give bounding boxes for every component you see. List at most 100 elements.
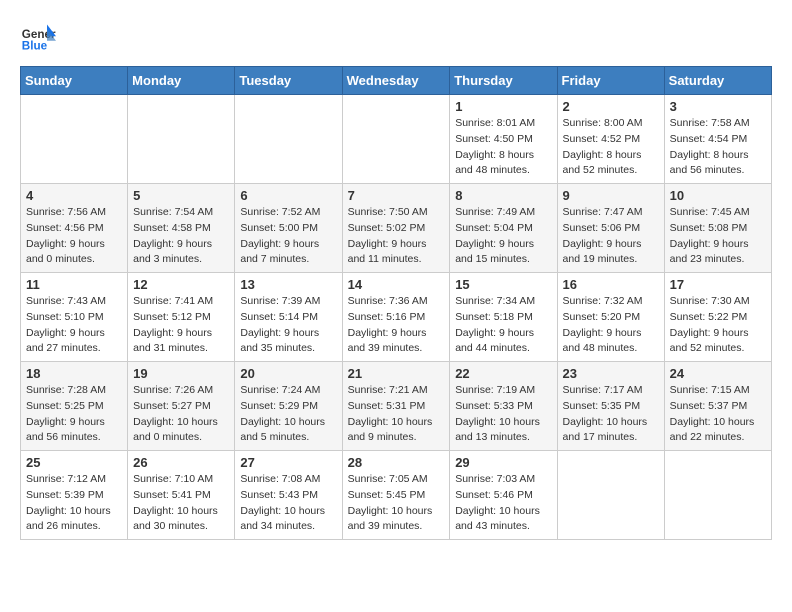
calendar-cell: 6 Sunrise: 7:52 AM Sunset: 5:00 PM Daylig… bbox=[235, 184, 342, 273]
day-number: 24 bbox=[670, 366, 766, 381]
day-number: 11 bbox=[26, 277, 122, 292]
day-number: 17 bbox=[670, 277, 766, 292]
day-info: Sunrise: 7:56 AM Sunset: 4:56 PM Dayligh… bbox=[26, 205, 122, 268]
calendar-cell bbox=[235, 95, 342, 184]
day-info: Sunrise: 7:15 AM Sunset: 5:37 PM Dayligh… bbox=[670, 383, 766, 446]
calendar-cell: 2 Sunrise: 8:00 AM Sunset: 4:52 PM Daylig… bbox=[557, 95, 664, 184]
calendar-cell: 26 Sunrise: 7:10 AM Sunset: 5:41 PM Dayli… bbox=[128, 451, 235, 540]
calendar-cell: 28 Sunrise: 7:05 AM Sunset: 5:45 PM Dayli… bbox=[342, 451, 450, 540]
calendar-cell bbox=[557, 451, 664, 540]
day-info: Sunrise: 7:12 AM Sunset: 5:39 PM Dayligh… bbox=[26, 472, 122, 535]
calendar-header-row: SundayMondayTuesdayWednesdayThursdayFrid… bbox=[21, 67, 772, 95]
calendar-week-row: 25 Sunrise: 7:12 AM Sunset: 5:39 PM Dayli… bbox=[21, 451, 772, 540]
logo: General Blue bbox=[20, 20, 62, 56]
day-info: Sunrise: 7:19 AM Sunset: 5:33 PM Dayligh… bbox=[455, 383, 551, 446]
calendar-cell: 22 Sunrise: 7:19 AM Sunset: 5:33 PM Dayli… bbox=[450, 362, 557, 451]
calendar-cell: 3 Sunrise: 7:58 AM Sunset: 4:54 PM Daylig… bbox=[664, 95, 771, 184]
day-info: Sunrise: 7:41 AM Sunset: 5:12 PM Dayligh… bbox=[133, 294, 229, 357]
day-info: Sunrise: 7:05 AM Sunset: 5:45 PM Dayligh… bbox=[348, 472, 445, 535]
day-number: 7 bbox=[348, 188, 445, 203]
day-number: 3 bbox=[670, 99, 766, 114]
calendar-cell: 14 Sunrise: 7:36 AM Sunset: 5:16 PM Dayli… bbox=[342, 273, 450, 362]
calendar-week-row: 18 Sunrise: 7:28 AM Sunset: 5:25 PM Dayli… bbox=[21, 362, 772, 451]
day-info: Sunrise: 7:26 AM Sunset: 5:27 PM Dayligh… bbox=[133, 383, 229, 446]
day-info: Sunrise: 7:28 AM Sunset: 5:25 PM Dayligh… bbox=[26, 383, 122, 446]
day-info: Sunrise: 8:00 AM Sunset: 4:52 PM Dayligh… bbox=[563, 116, 659, 179]
day-number: 14 bbox=[348, 277, 445, 292]
day-header-monday: Monday bbox=[128, 67, 235, 95]
calendar-cell: 4 Sunrise: 7:56 AM Sunset: 4:56 PM Daylig… bbox=[21, 184, 128, 273]
day-number: 16 bbox=[563, 277, 659, 292]
day-number: 22 bbox=[455, 366, 551, 381]
day-info: Sunrise: 7:24 AM Sunset: 5:29 PM Dayligh… bbox=[240, 383, 336, 446]
day-number: 5 bbox=[133, 188, 229, 203]
calendar-cell bbox=[664, 451, 771, 540]
header: General Blue bbox=[20, 20, 772, 56]
day-info: Sunrise: 7:39 AM Sunset: 5:14 PM Dayligh… bbox=[240, 294, 336, 357]
calendar-cell: 7 Sunrise: 7:50 AM Sunset: 5:02 PM Daylig… bbox=[342, 184, 450, 273]
day-number: 10 bbox=[670, 188, 766, 203]
day-header-friday: Friday bbox=[557, 67, 664, 95]
calendar-cell: 27Sunrise: 7:08 AM Sunset: 5:43 PM Dayli… bbox=[235, 451, 342, 540]
day-info: Sunrise: 7:47 AM Sunset: 5:06 PM Dayligh… bbox=[563, 205, 659, 268]
calendar-cell: 23 Sunrise: 7:17 AM Sunset: 5:35 PM Dayli… bbox=[557, 362, 664, 451]
calendar-table: SundayMondayTuesdayWednesdayThursdayFrid… bbox=[20, 66, 772, 540]
day-number: 28 bbox=[348, 455, 445, 470]
day-number: 23 bbox=[563, 366, 659, 381]
svg-text:Blue: Blue bbox=[22, 40, 48, 53]
calendar-week-row: 1 Sunrise: 8:01 AM Sunset: 4:50 PM Daylig… bbox=[21, 95, 772, 184]
day-number: 21 bbox=[348, 366, 445, 381]
calendar-cell: 13Sunrise: 7:39 AM Sunset: 5:14 PM Dayli… bbox=[235, 273, 342, 362]
day-number: 6 bbox=[240, 188, 336, 203]
day-number: 9 bbox=[563, 188, 659, 203]
day-number: 4 bbox=[26, 188, 122, 203]
day-number: 26 bbox=[133, 455, 229, 470]
day-header-saturday: Saturday bbox=[664, 67, 771, 95]
day-info: Sunrise: 7:30 AM Sunset: 5:22 PM Dayligh… bbox=[670, 294, 766, 357]
day-info: Sunrise: 7:49 AM Sunset: 5:04 PM Dayligh… bbox=[455, 205, 551, 268]
day-info: Sunrise: 7:32 AM Sunset: 5:20 PM Dayligh… bbox=[563, 294, 659, 357]
calendar-cell: 8 Sunrise: 7:49 AM Sunset: 5:04 PM Daylig… bbox=[450, 184, 557, 273]
logo-icon: General Blue bbox=[20, 20, 56, 56]
day-info: Sunrise: 7:50 AM Sunset: 5:02 PM Dayligh… bbox=[348, 205, 445, 268]
calendar-cell bbox=[342, 95, 450, 184]
calendar-cell: 25 Sunrise: 7:12 AM Sunset: 5:39 PM Dayli… bbox=[21, 451, 128, 540]
calendar-cell: 12 Sunrise: 7:41 AM Sunset: 5:12 PM Dayli… bbox=[128, 273, 235, 362]
day-info: Sunrise: 7:17 AM Sunset: 5:35 PM Dayligh… bbox=[563, 383, 659, 446]
day-number: 25 bbox=[26, 455, 122, 470]
day-number: 18 bbox=[26, 366, 122, 381]
calendar-cell: 5Sunrise: 7:54 AM Sunset: 4:58 PM Daylig… bbox=[128, 184, 235, 273]
calendar-cell: 10 Sunrise: 7:45 AM Sunset: 5:08 PM Dayli… bbox=[664, 184, 771, 273]
day-number: 1 bbox=[455, 99, 551, 114]
calendar-cell: 9 Sunrise: 7:47 AM Sunset: 5:06 PM Daylig… bbox=[557, 184, 664, 273]
day-number: 19 bbox=[133, 366, 229, 381]
day-info: Sunrise: 7:10 AM Sunset: 5:41 PM Dayligh… bbox=[133, 472, 229, 535]
day-number: 12 bbox=[133, 277, 229, 292]
calendar-cell bbox=[128, 95, 235, 184]
calendar-cell: 11 Sunrise: 7:43 AM Sunset: 5:10 PM Dayli… bbox=[21, 273, 128, 362]
calendar-cell: 1 Sunrise: 8:01 AM Sunset: 4:50 PM Daylig… bbox=[450, 95, 557, 184]
calendar-cell: 21 Sunrise: 7:21 AM Sunset: 5:31 PM Dayli… bbox=[342, 362, 450, 451]
calendar-cell: 19 Sunrise: 7:26 AM Sunset: 5:27 PM Dayli… bbox=[128, 362, 235, 451]
day-info: Sunrise: 7:43 AM Sunset: 5:10 PM Dayligh… bbox=[26, 294, 122, 357]
day-number: 29 bbox=[455, 455, 551, 470]
day-header-wednesday: Wednesday bbox=[342, 67, 450, 95]
calendar-week-row: 4 Sunrise: 7:56 AM Sunset: 4:56 PM Daylig… bbox=[21, 184, 772, 273]
day-info: Sunrise: 7:52 AM Sunset: 5:00 PM Dayligh… bbox=[240, 205, 336, 268]
day-number: 2 bbox=[563, 99, 659, 114]
day-info: Sunrise: 7:21 AM Sunset: 5:31 PM Dayligh… bbox=[348, 383, 445, 446]
day-info: Sunrise: 7:36 AM Sunset: 5:16 PM Dayligh… bbox=[348, 294, 445, 357]
calendar-cell: 16 Sunrise: 7:32 AM Sunset: 5:20 PM Dayli… bbox=[557, 273, 664, 362]
calendar-cell: 29 Sunrise: 7:03 AM Sunset: 5:46 PM Dayli… bbox=[450, 451, 557, 540]
day-info: Sunrise: 7:45 AM Sunset: 5:08 PM Dayligh… bbox=[670, 205, 766, 268]
day-info: Sunrise: 8:01 AM Sunset: 4:50 PM Dayligh… bbox=[455, 116, 551, 179]
calendar-cell bbox=[21, 95, 128, 184]
day-number: 8 bbox=[455, 188, 551, 203]
day-info: Sunrise: 7:03 AM Sunset: 5:46 PM Dayligh… bbox=[455, 472, 551, 535]
day-number: 27 bbox=[240, 455, 336, 470]
calendar-cell: 17 Sunrise: 7:30 AM Sunset: 5:22 PM Dayli… bbox=[664, 273, 771, 362]
day-info: Sunrise: 7:58 AM Sunset: 4:54 PM Dayligh… bbox=[670, 116, 766, 179]
day-info: Sunrise: 7:34 AM Sunset: 5:18 PM Dayligh… bbox=[455, 294, 551, 357]
calendar-cell: 24 Sunrise: 7:15 AM Sunset: 5:37 PM Dayli… bbox=[664, 362, 771, 451]
calendar-cell: 20Sunrise: 7:24 AM Sunset: 5:29 PM Dayli… bbox=[235, 362, 342, 451]
